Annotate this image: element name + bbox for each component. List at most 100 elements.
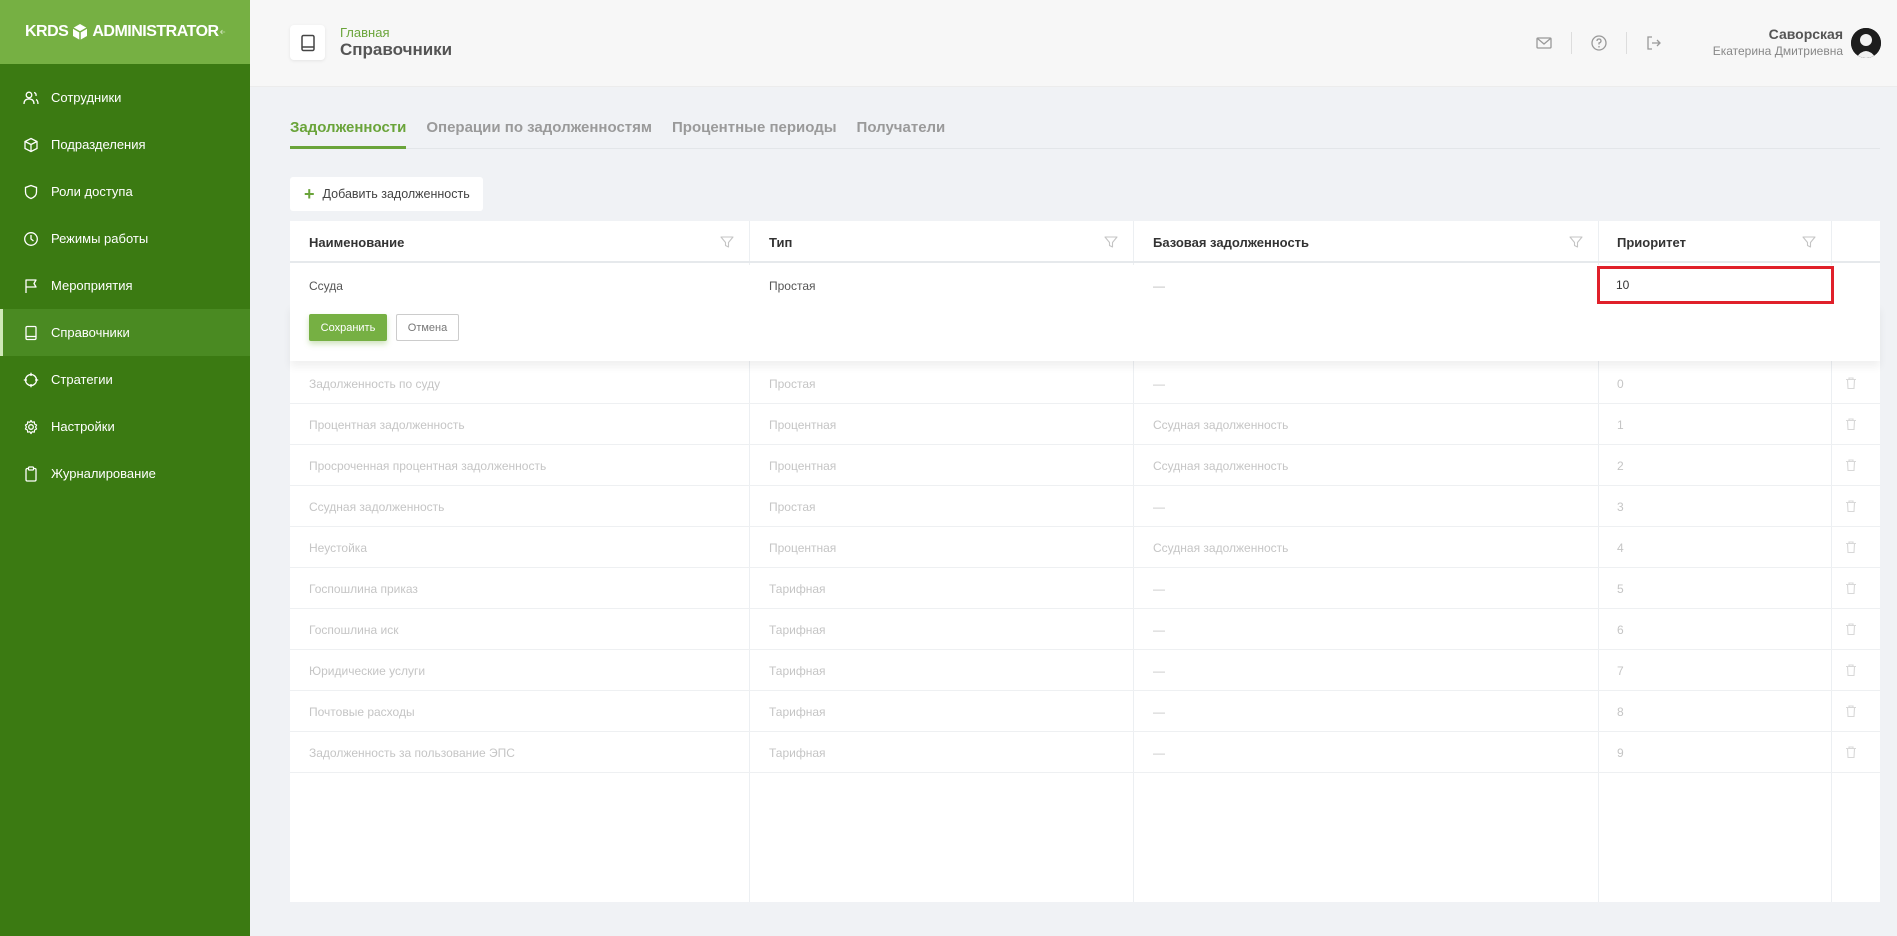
trash-icon[interactable] xyxy=(1844,622,1858,636)
table-row[interactable]: Госпошлина приказ Тарифная — 5 xyxy=(290,568,1880,609)
sidebar-item-0[interactable]: Сотрудники xyxy=(0,74,250,121)
user-first-names: Екатерина Дмитриевна xyxy=(1712,44,1843,58)
column-header-base[interactable]: Базовая задолженность xyxy=(1153,221,1309,263)
user-info[interactable]: Саворская Екатерина Дмитриевна xyxy=(1713,26,1843,58)
brand-left-text: KRDS xyxy=(25,23,69,40)
table-row[interactable]: Задолженность за пользование ЭПС Тарифная… xyxy=(290,732,1880,773)
cell-type: Процентная xyxy=(769,540,837,555)
trash-icon[interactable] xyxy=(1844,745,1858,759)
collapse-sidebar-icon[interactable] xyxy=(219,22,226,42)
sidebar-item-7[interactable]: Настройки xyxy=(0,403,250,450)
help-icon[interactable] xyxy=(1590,34,1608,52)
cell-base: — xyxy=(1153,745,1165,760)
cell-priority: 2 xyxy=(1617,458,1624,473)
logout-icon[interactable] xyxy=(1645,34,1663,52)
sidebar-item-3[interactable]: Режимы работы xyxy=(0,215,250,262)
clock-icon xyxy=(23,231,39,247)
cancel-button[interactable]: Отмена xyxy=(396,314,459,341)
trash-icon[interactable] xyxy=(1844,417,1858,431)
table-row[interactable]: Неустойка Процентная Ссудная задолженность… xyxy=(290,527,1880,568)
breadcrumb-home[interactable]: Главная xyxy=(340,25,389,40)
tab-recipients[interactable]: Получатели xyxy=(857,119,946,149)
table-row[interactable]: Почтовые расходы Тарифная — 8 xyxy=(290,691,1880,732)
trash-icon[interactable] xyxy=(1844,540,1858,554)
trash-icon[interactable] xyxy=(1844,663,1858,677)
flag-icon xyxy=(23,278,39,294)
trash-icon[interactable] xyxy=(1844,458,1858,472)
crosshair-icon xyxy=(23,372,39,388)
cell-name: Неустойка xyxy=(309,540,367,555)
book-icon xyxy=(300,34,315,51)
cell-base: — xyxy=(1153,278,1165,293)
brand-bar: KRDS ADMINISTRATOR xyxy=(0,0,250,64)
sidebar-item-label: Журналирование xyxy=(51,466,156,481)
table-row[interactable]: Просроченная процентная задолженность Про… xyxy=(290,445,1880,486)
tabs: Задолженности Операции по задолженностям… xyxy=(290,119,1880,149)
table-row[interactable]: Госпошлина иск Тарифная — 6 xyxy=(290,609,1880,650)
tab-debt-operations[interactable]: Операции по задолженностям xyxy=(426,119,652,149)
clipboard-icon xyxy=(23,465,39,482)
save-button[interactable]: Сохранить xyxy=(309,314,387,341)
table-row[interactable]: Ссудная задолженность Простая — 3 xyxy=(290,486,1880,527)
column-header-priority[interactable]: Приоритет xyxy=(1617,221,1686,263)
sidebar-item-label: Подразделения xyxy=(51,137,146,152)
sidebar-item-label: Справочники xyxy=(51,325,130,340)
cell-name: Задолженность по суду xyxy=(309,376,441,391)
debts-table: Наименование Тип Базовая задолженность П… xyxy=(290,221,1880,902)
cell-priority: 9 xyxy=(1617,745,1624,760)
cube-logo-icon xyxy=(72,24,88,40)
avatar[interactable] xyxy=(1851,28,1881,58)
sidebar: KRDS ADMINISTRATOR Сотрудники Подразделен… xyxy=(0,0,250,936)
cell-type: Простая xyxy=(769,499,816,514)
brand-right-text: ADMINISTRATOR xyxy=(92,23,219,40)
cell-priority: 1 xyxy=(1617,417,1624,432)
table-row[interactable]: Процентная задолженность Процентная Ссудна… xyxy=(290,404,1880,445)
sidebar-item-label: Сотрудники xyxy=(51,90,122,105)
cell-name: Почтовые расходы xyxy=(309,704,415,719)
user-avatar-icon xyxy=(1851,28,1881,58)
trash-icon[interactable] xyxy=(1844,704,1858,718)
tab-debts[interactable]: Задолженности xyxy=(290,119,407,149)
cell-name: Просроченная процентная задолженность xyxy=(309,458,547,473)
column-header-name[interactable]: Наименование xyxy=(309,221,404,263)
table-row[interactable]: Задолженность по суду Простая — 0 xyxy=(290,363,1880,404)
tab-interest-periods[interactable]: Процентные периоды xyxy=(672,119,837,149)
cell-type: Тарифная xyxy=(769,663,826,678)
sidebar-item-1[interactable]: Подразделения xyxy=(0,121,250,168)
table-row[interactable]: Юридические услуги Тарифная — 7 xyxy=(290,650,1880,691)
cell-base: Ссудная задолженность xyxy=(1153,458,1289,473)
add-debt-button[interactable]: + Добавить задолженность xyxy=(290,177,483,211)
cell-type: Тарифная xyxy=(769,745,826,760)
sidebar-item-6[interactable]: Стратегии xyxy=(0,356,250,403)
sidebar-item-5[interactable]: Справочники xyxy=(0,309,250,356)
cell-name: Ссуда xyxy=(309,278,343,293)
filter-icon[interactable] xyxy=(1802,235,1816,249)
trash-icon[interactable] xyxy=(1844,376,1858,390)
sidebar-item-8[interactable]: Журналирование xyxy=(0,450,250,497)
filter-icon[interactable] xyxy=(1569,235,1583,249)
trash-icon[interactable] xyxy=(1844,499,1858,513)
header: Главная Справочники Саворская Екатерина … xyxy=(250,0,1897,87)
cell-name: Задолженность за пользование ЭПС xyxy=(309,745,515,760)
page-title: Справочники xyxy=(340,40,453,59)
filter-icon[interactable] xyxy=(1104,235,1118,249)
cell-name: Госпошлина иск xyxy=(309,622,399,637)
divider xyxy=(1571,32,1572,54)
app-logo[interactable]: KRDS ADMINISTRATOR xyxy=(25,23,219,41)
users-icon xyxy=(23,90,39,106)
priority-input[interactable]: 10 xyxy=(1597,266,1834,304)
cell-base: Ссудная задолженность xyxy=(1153,417,1289,432)
sidebar-item-label: Режимы работы xyxy=(51,231,149,246)
filter-icon[interactable] xyxy=(720,235,734,249)
mail-icon[interactable] xyxy=(1535,34,1553,52)
cell-base: — xyxy=(1153,622,1165,637)
cell-priority: 3 xyxy=(1617,499,1624,514)
trash-icon[interactable] xyxy=(1844,581,1858,595)
add-debt-label: Добавить задолженность xyxy=(322,187,470,201)
column-header-type[interactable]: Тип xyxy=(769,221,792,263)
sidebar-item-2[interactable]: Роли доступа xyxy=(0,168,250,215)
sidebar-item-label: Стратегии xyxy=(51,372,113,387)
cell-base: — xyxy=(1153,499,1165,514)
sidebar-item-4[interactable]: Мероприятия xyxy=(0,262,250,309)
cell-type: Простая xyxy=(769,278,816,293)
